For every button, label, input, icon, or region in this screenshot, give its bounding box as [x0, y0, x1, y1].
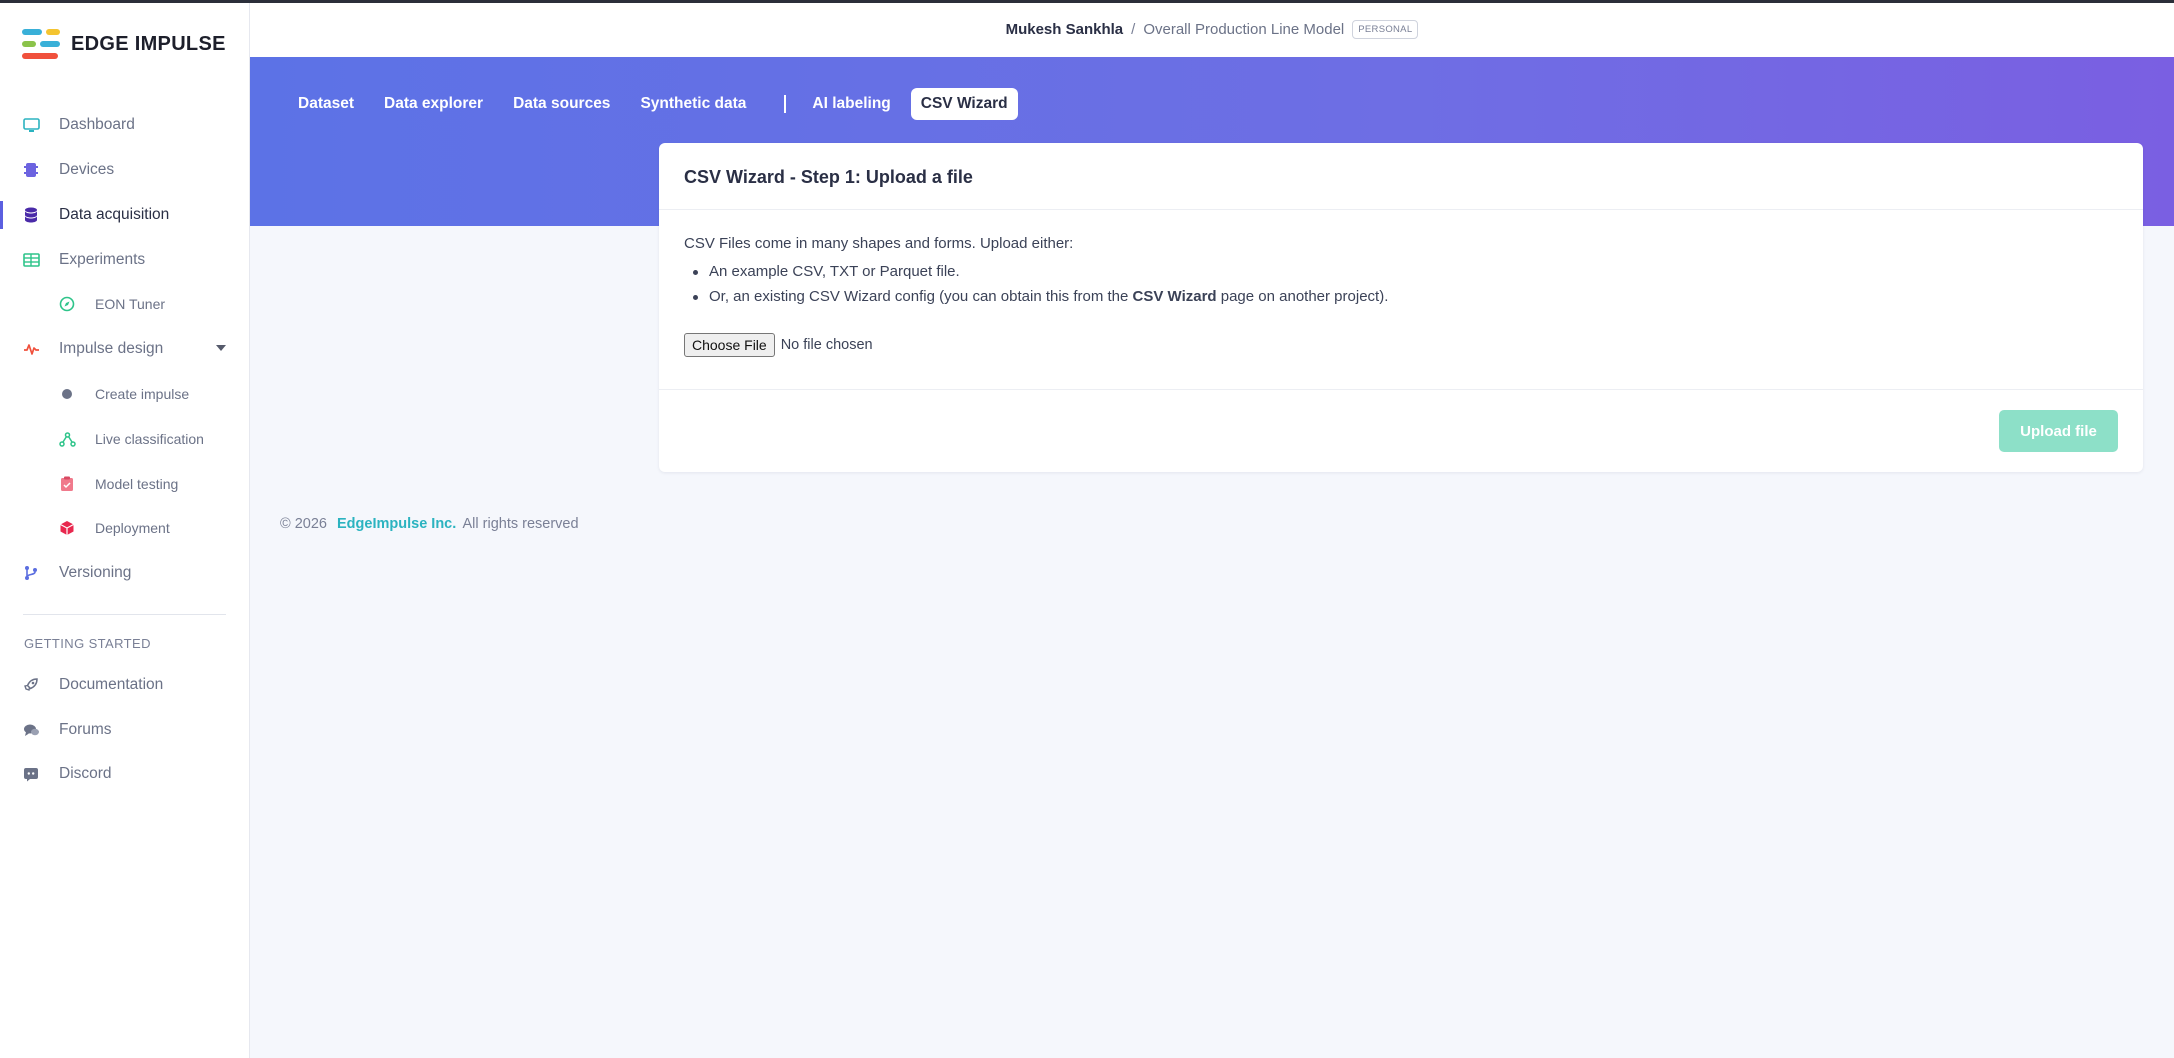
chat-icon [22, 721, 40, 739]
tab-divider [784, 95, 787, 113]
sidebar-item-create-impulse[interactable]: Create impulse [0, 376, 249, 412]
list-item: An example CSV, TXT or Parquet file. [693, 263, 960, 280]
dot-icon [58, 385, 76, 403]
tab-data-sources[interactable]: Data sources [503, 88, 620, 120]
database-icon [22, 206, 40, 224]
sidebar-item-live-classification[interactable]: Live classification [0, 421, 249, 457]
company-link[interactable]: EdgeImpulse Inc. [337, 516, 456, 532]
monitor-icon [22, 116, 40, 134]
bullet-text: Or, an existing CSV Wizard config (you c… [709, 288, 1133, 305]
clipboard-icon [58, 475, 76, 493]
csv-wizard-reference: CSV Wizard [1132, 288, 1217, 305]
sidebar-item-label: EON Tuner [95, 296, 166, 312]
sidebar-item-label: Documentation [59, 676, 164, 693]
sidebar-item-label: Discord [59, 765, 112, 782]
compass-icon [58, 295, 76, 313]
sidebar-item-label: Model testing [95, 476, 179, 492]
sidebar-item-label: Devices [59, 161, 115, 178]
sidebar-item-deployment[interactable]: Deployment [0, 510, 249, 546]
breadcrumb: Mukesh Sankhla / Overall Production Line… [250, 20, 2174, 39]
sidebar-item-devices[interactable]: Devices [0, 152, 249, 188]
branch-icon [22, 564, 40, 582]
card-header: CSV Wizard - Step 1: Upload a file [659, 143, 2143, 210]
bullet-text: page on another project). [1216, 288, 1389, 305]
sidebar-item-model-testing[interactable]: Model testing [0, 466, 249, 502]
tab-synthetic-data[interactable]: Synthetic data [630, 88, 756, 120]
sidebar: EDGE IMPULSE Dashboard Devices Data acqu… [0, 3, 250, 1058]
network-icon [58, 430, 76, 448]
project-type-badge: PERSONAL [1352, 20, 1419, 39]
sidebar-item-label: Data acquisition [59, 206, 170, 223]
list-item: Or, an existing CSV Wizard config (you c… [692, 288, 1389, 305]
chevron-down-icon[interactable] [216, 345, 226, 351]
brand-name: EDGE IMPULSE [71, 32, 226, 55]
section-title-getting-started: GETTING STARTED [24, 636, 151, 651]
upload-file-button[interactable]: Upload file [1999, 410, 2118, 452]
sidebar-item-experiments[interactable]: Experiments [0, 242, 249, 278]
page-footer: © 2026 EdgeImpulse Inc. All rights reser… [280, 516, 579, 532]
sidebar-item-impulse-design[interactable]: Impulse design [0, 331, 249, 367]
tab-data-explorer[interactable]: Data explorer [374, 88, 493, 120]
sidebar-item-label: Dashboard [59, 116, 135, 133]
rocket-icon [22, 676, 40, 694]
sidebar-item-label: Impulse design [59, 340, 164, 357]
discord-icon [22, 765, 40, 783]
box-icon [58, 519, 76, 537]
sidebar-item-label: Forums [59, 721, 112, 738]
sidebar-item-label: Versioning [59, 564, 132, 581]
pulse-icon [22, 340, 40, 358]
tab-dataset[interactable]: Dataset [288, 88, 364, 120]
edge-impulse-logo-icon [22, 27, 61, 61]
chip-icon [22, 161, 40, 179]
top-header: Mukesh Sankhla / Overall Production Line… [250, 3, 2174, 57]
tab-ai-labeling[interactable]: AI labeling [802, 88, 900, 120]
file-status-text: No file chosen [780, 337, 873, 353]
sidebar-item-versioning[interactable]: Versioning [0, 555, 249, 591]
breadcrumb-owner[interactable]: Mukesh Sankhla [1006, 21, 1124, 38]
sidebar-item-label: Deployment [95, 520, 170, 536]
brand-logo[interactable]: EDGE IMPULSE [22, 27, 226, 61]
card-footer-divider [659, 389, 2143, 390]
sidebar-item-data-acquisition[interactable]: Data acquisition [0, 197, 249, 233]
sidebar-item-label: Create impulse [95, 386, 190, 402]
sidebar-divider [23, 614, 226, 615]
file-input: Choose File No file chosen [684, 333, 873, 357]
breadcrumb-separator: / [1131, 21, 1136, 38]
sidebar-item-eon-tuner[interactable]: EON Tuner [0, 286, 249, 322]
rights-text: All rights reserved [462, 516, 579, 532]
sidebar-item-documentation[interactable]: Documentation [0, 667, 249, 703]
tab-csv-wizard[interactable]: CSV Wizard [910, 88, 1018, 120]
choose-file-button[interactable]: Choose File [684, 333, 775, 357]
sidebar-item-forums[interactable]: Forums [0, 712, 249, 748]
sidebar-item-label: Live classification [95, 431, 204, 447]
sidebar-item-discord[interactable]: Discord [0, 756, 249, 792]
data-tabs: Dataset Data explorer Data sources Synth… [288, 88, 1028, 120]
breadcrumb-project[interactable]: Overall Production Line Model [1143, 21, 1344, 38]
copyright-text: © 2026 [280, 516, 327, 532]
intro-text: CSV Files come in many shapes and forms.… [684, 235, 1074, 252]
csv-wizard-card: CSV Wizard - Step 1: Upload a file CSV F… [659, 143, 2143, 472]
table-icon [22, 251, 40, 269]
sidebar-item-dashboard[interactable]: Dashboard [0, 107, 249, 143]
card-title: CSV Wizard - Step 1: Upload a file [684, 167, 973, 187]
sidebar-item-label: Experiments [59, 251, 146, 268]
